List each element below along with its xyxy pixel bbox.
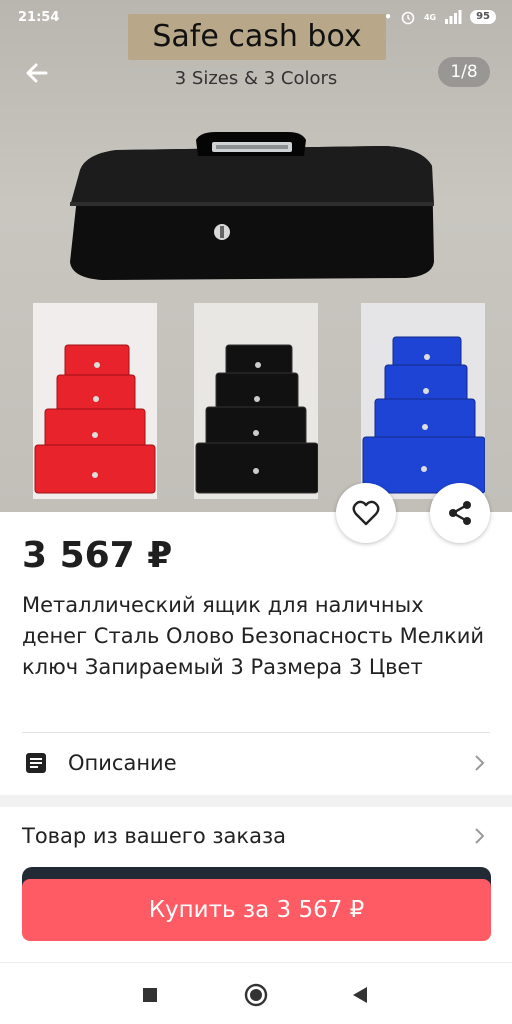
description-label: Описание (68, 751, 177, 775)
alarm-icon (401, 11, 415, 25)
signal-icon (445, 10, 462, 24)
black-boxes-image (195, 344, 319, 494)
product-price: 3 567 ₽ (22, 535, 173, 576)
document-icon (26, 753, 46, 773)
network-label: 4G (423, 12, 437, 22)
buy-button[interactable]: Купить за 3 567 ₽ (22, 879, 491, 941)
square-icon (143, 988, 157, 1002)
product-title: Металлический ящик для наличных денег Ст… (22, 593, 485, 679)
battery-indicator: 95 (470, 10, 496, 24)
image-counter: 1/8 (438, 57, 490, 87)
arrow-left-icon (26, 63, 48, 83)
recents-button[interactable] (136, 981, 164, 1009)
chevron-right-icon (475, 828, 485, 844)
status-icons: ••• 4G 95 (369, 9, 496, 25)
chevron-right-icon (475, 755, 485, 771)
product-image-gallery[interactable]: 21:54 ••• 4G 95 Safe cash box 3 Sizes & … (0, 0, 512, 512)
heart-icon (352, 500, 380, 526)
home-button[interactable] (242, 981, 270, 1009)
share-icon (449, 501, 471, 525)
thumbnail-red[interactable] (33, 303, 157, 499)
favorite-button[interactable] (336, 483, 396, 543)
blue-boxes-image (362, 336, 486, 494)
back-button[interactable] (22, 58, 52, 88)
circle-icon (244, 983, 268, 1007)
cash-box-image (70, 132, 434, 280)
banner-title: Safe cash box (128, 14, 386, 60)
thumbnail-blue[interactable] (361, 303, 486, 499)
back-nav-button[interactable] (346, 981, 374, 1009)
order-item-label: Товар из вашего заказа (22, 824, 286, 848)
triangle-back-icon (353, 987, 367, 1003)
thumbnail-black[interactable] (194, 303, 319, 499)
status-time: 21:54 (18, 10, 60, 25)
system-nav-bar (0, 962, 512, 1024)
description-row[interactable]: Описание (0, 733, 512, 793)
banner-subtitle: 3 Sizes & 3 Colors (174, 68, 338, 89)
order-item-row[interactable]: Товар из вашего заказа (0, 806, 512, 866)
red-boxes-image (34, 344, 156, 494)
share-button[interactable] (430, 483, 490, 543)
